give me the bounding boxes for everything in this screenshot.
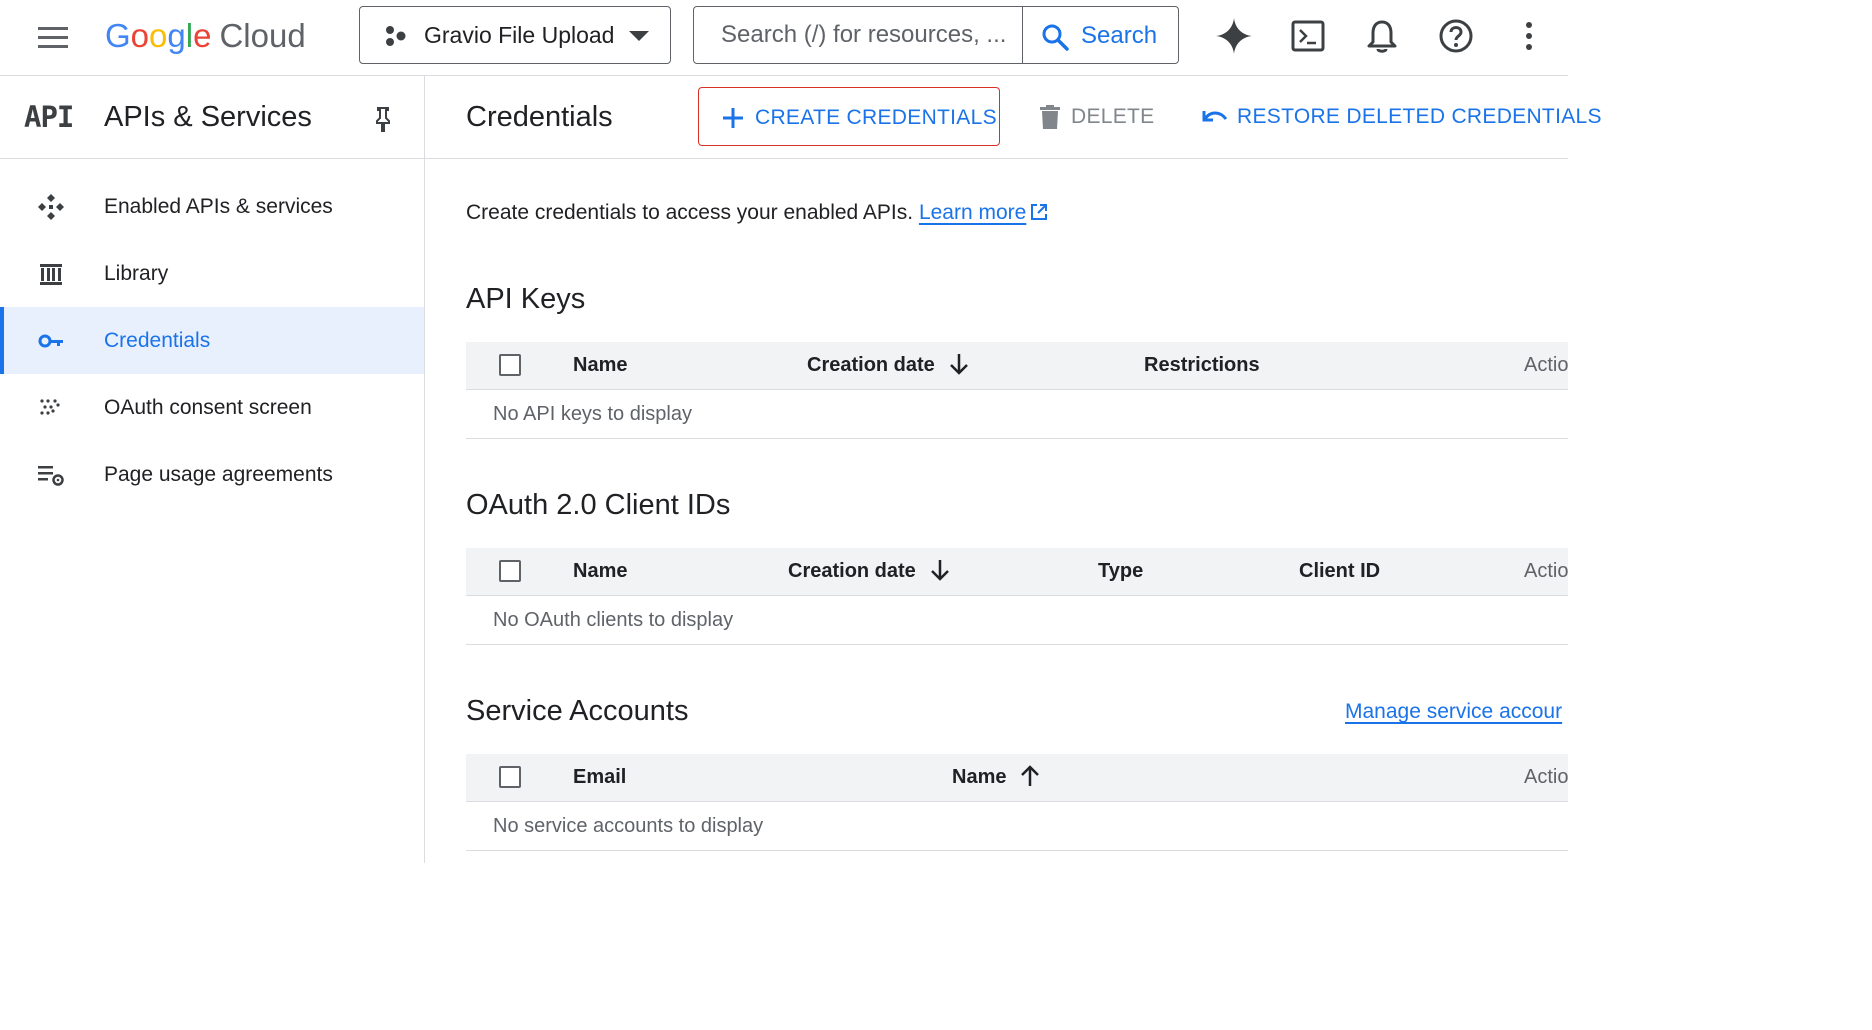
column-header-restrictions: Restrictions	[1144, 354, 1260, 376]
project-hex-icon	[386, 26, 406, 46]
api-badge-icon: API	[24, 100, 74, 134]
sidebar-item-label: Library	[104, 262, 169, 285]
chevron-down-icon	[629, 31, 649, 41]
empty-message: No OAuth clients to display	[493, 609, 734, 631]
select-all-checkbox[interactable]	[499, 560, 521, 582]
table-row: No API keys to display	[466, 390, 1568, 439]
column-header-name[interactable]: Name	[952, 754, 1040, 801]
nav-title: APIs & Services	[104, 101, 312, 133]
search-input[interactable]	[694, 7, 1022, 63]
notifications-icon[interactable]	[1362, 16, 1402, 56]
arrow-down-icon	[930, 560, 949, 581]
section-title-service-accounts: Service Accounts	[466, 695, 689, 727]
oauth-icon	[40, 399, 60, 415]
column-header-actions: Actio	[1524, 560, 1569, 582]
external-link-icon	[1031, 204, 1048, 220]
left-nav: API APIs & Services Enabled APIs & servi…	[0, 76, 425, 863]
nav-header: API APIs & Services	[0, 76, 424, 159]
sidebar-item-enabled-apis[interactable]: Enabled APIs & services	[0, 173, 424, 240]
column-header-actions: Actio	[1524, 354, 1569, 376]
sidebar-item-page-usage[interactable]: Page usage agreements	[0, 441, 424, 508]
library-icon	[40, 264, 62, 285]
table-header: Email Name Actio	[466, 754, 1568, 802]
search-box: Search	[693, 6, 1179, 64]
restore-label: RESTORE DELETED CREDENTIALS	[1237, 105, 1602, 128]
arrow-up-icon	[1021, 765, 1040, 786]
help-icon[interactable]	[1436, 16, 1476, 56]
project-name: Gravio File Upload	[424, 22, 615, 48]
sidebar-item-library[interactable]: Library	[0, 240, 424, 307]
column-header-name: Name	[573, 560, 628, 582]
intro-sentence: Create credentials to access your enable…	[466, 201, 914, 224]
sidebar-item-oauth-consent[interactable]: OAuth consent screen	[0, 374, 424, 441]
sidebar-item-label: Credentials	[104, 329, 211, 352]
delete-button[interactable]: DELETE	[1037, 93, 1157, 141]
manage-service-accounts-link[interactable]: Manage service accour	[1345, 700, 1562, 724]
google-wordmark: Google	[105, 17, 212, 54]
trash-icon	[1040, 105, 1060, 129]
cloud-wordmark: Cloud	[219, 17, 306, 54]
sidebar-item-label: OAuth consent screen	[104, 396, 312, 419]
gemini-icon[interactable]	[1214, 16, 1254, 56]
column-header-creation-date[interactable]: Creation date	[788, 548, 950, 595]
column-header-name: Name	[573, 354, 628, 376]
search-button[interactable]: Search	[1023, 7, 1178, 63]
page-title: Credentials	[466, 101, 613, 133]
delete-label: DELETE	[1071, 105, 1155, 128]
section-title-api-keys: API Keys	[466, 283, 586, 315]
table-header: Name Creation date Restrictions Actio	[466, 342, 1568, 390]
column-header-client-id: Client ID	[1299, 560, 1381, 582]
sidebar-item-credentials[interactable]: Credentials	[0, 307, 424, 374]
sidebar-item-label: Enabled APIs & services	[104, 195, 333, 218]
column-header-actions: Actio	[1524, 766, 1569, 788]
learn-more-label: Learn more	[918, 201, 1027, 224]
column-header-creation-date[interactable]: Creation date	[807, 342, 969, 389]
empty-message: No service accounts to display	[493, 815, 764, 837]
settings-list-icon	[38, 466, 64, 486]
sidebar-item-label: Page usage agreements	[104, 463, 333, 486]
empty-message: No API keys to display	[493, 403, 692, 425]
select-all-checkbox[interactable]	[499, 766, 521, 788]
search-button-label: Search	[1081, 22, 1158, 49]
create-credentials-label: CREATE CREDENTIALS	[755, 106, 997, 129]
plus-icon	[723, 108, 743, 128]
main-header: Credentials CREATE CREDENTIALS DELETE RE…	[425, 76, 1601, 159]
intro-text: Create credentials to access your enable…	[466, 201, 1048, 225]
column-header-label: Creation date	[807, 354, 935, 376]
main-menu-icon[interactable]	[35, 22, 71, 54]
top-bar: Google Cloud Gravio File Upload Search	[0, 0, 1568, 76]
enabled-apis-icon	[38, 194, 64, 220]
column-header-email: Email	[573, 766, 627, 788]
column-header-label: Name	[952, 766, 1007, 788]
project-picker[interactable]: Gravio File Upload	[359, 6, 671, 64]
google-cloud-logo[interactable]: Google Cloud	[105, 14, 306, 58]
key-icon	[38, 334, 63, 348]
more-vert-icon[interactable]	[1509, 16, 1549, 56]
select-all-checkbox[interactable]	[499, 354, 521, 376]
section-title-oauth: OAuth 2.0 Client IDs	[466, 489, 731, 521]
pin-icon[interactable]	[371, 106, 395, 132]
restore-deleted-credentials-button[interactable]: RESTORE DELETED CREDENTIALS	[1202, 93, 1601, 141]
arrow-down-icon	[949, 354, 968, 375]
search-icon	[1042, 24, 1069, 51]
column-header-type: Type	[1098, 560, 1144, 582]
column-header-label: Creation date	[788, 560, 916, 582]
table-header: Name Creation date Type Client ID Actio	[466, 548, 1568, 596]
table-row: No service accounts to display	[466, 802, 1568, 851]
table-row: No OAuth clients to display	[466, 596, 1568, 645]
create-credentials-button[interactable]: CREATE CREDENTIALS	[698, 87, 1000, 146]
learn-more-link[interactable]: Learn more	[919, 201, 1048, 224]
undo-icon	[1202, 111, 1228, 122]
cloud-shell-icon[interactable]	[1288, 16, 1328, 56]
